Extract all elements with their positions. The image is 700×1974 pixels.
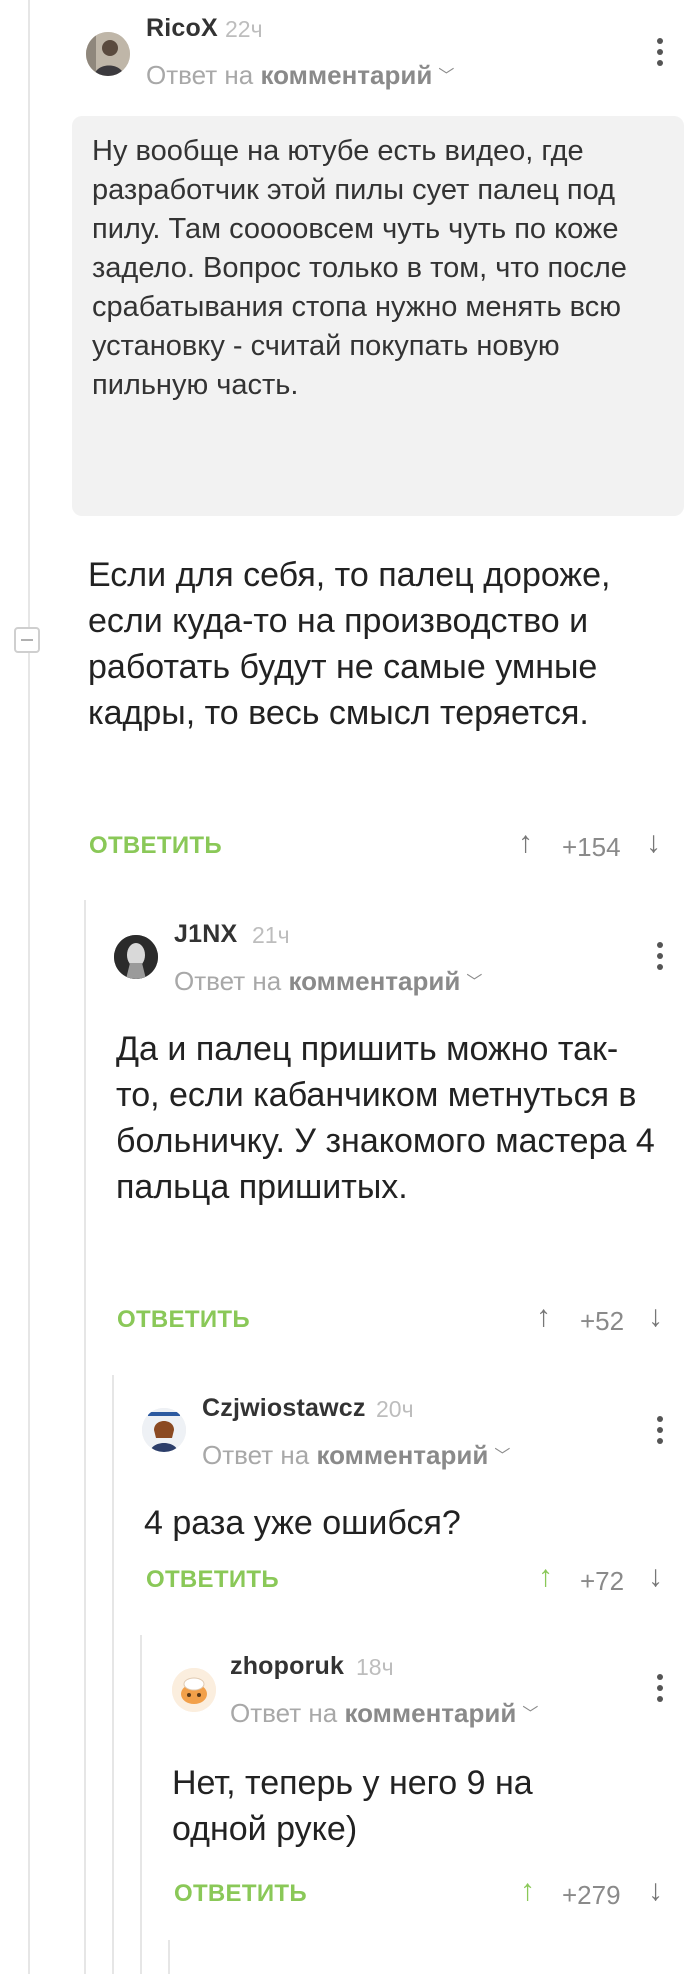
collapse-thread-icon: [21, 639, 33, 641]
arrow-down-icon[interactable]: ↓: [648, 1560, 663, 1594]
reply-prefix: Ответ на: [230, 1698, 338, 1728]
reply-prefix: Ответ на: [174, 966, 282, 996]
reply-prefix: Ответ на: [146, 60, 254, 90]
chevron-down-icon: ﹀: [522, 1706, 539, 1723]
reply-target: комментарий: [288, 966, 461, 996]
arrow-down-icon[interactable]: ↓: [648, 1300, 663, 1334]
arrow-up-icon[interactable]: ↑: [520, 1874, 535, 1908]
more-vertical-icon[interactable]: [655, 942, 665, 976]
comment-text: Да и палец пришить можно так-то, если ка…: [116, 1030, 655, 1206]
comment-time: 20ч: [376, 1396, 414, 1422]
comment-text: 4 раза уже ошибся?: [144, 1504, 461, 1542]
thread-line-level-1: [84, 900, 86, 1974]
reply-prefix: Ответ на: [202, 1440, 310, 1470]
comment-text: Если для себя, то палец дороже, если куд…: [88, 556, 611, 732]
rating-count: +279: [562, 1880, 621, 1910]
quoted-parent-comment: Ну вообще на ютубе есть видео, где разра…: [72, 116, 684, 516]
comment-author[interactable]: J1NX: [174, 920, 237, 949]
collapse-thread-button[interactable]: [14, 627, 40, 653]
user-photo-icon: [86, 32, 130, 76]
thread-line-level-3: [140, 1635, 142, 1974]
reply-target: комментарий: [344, 1698, 517, 1728]
avatar[interactable]: [172, 1668, 216, 1712]
avatar[interactable]: [142, 1408, 186, 1452]
reply-target: комментарий: [260, 60, 433, 90]
arrow-down-icon[interactable]: ↓: [648, 1874, 663, 1908]
arrow-down-icon[interactable]: ↓: [646, 826, 661, 860]
comment-time: 22ч: [225, 16, 263, 42]
thread-line-level-2: [112, 1375, 114, 1974]
thread-line-level-0: [28, 0, 30, 1974]
comment-time: 18ч: [356, 1654, 394, 1680]
reply-button[interactable]: ОТВЕТИТЬ: [89, 832, 222, 860]
user-photo-icon: [142, 1408, 186, 1452]
chevron-down-icon: ﹀: [494, 1448, 511, 1465]
arrow-up-icon[interactable]: ↑: [536, 1300, 551, 1334]
reply-button[interactable]: ОТВЕТИТЬ: [146, 1566, 279, 1594]
user-photo-icon: [172, 1668, 216, 1712]
rating-count: +154: [562, 832, 621, 862]
comment-author[interactable]: Czjwiostawcz: [202, 1394, 366, 1423]
rating-count: +72: [580, 1566, 625, 1596]
chevron-down-icon: ﹀: [466, 974, 483, 991]
comment-time: 21ч: [252, 922, 290, 948]
thread-line-level-4: [168, 1940, 170, 1974]
rating-count: +52: [580, 1306, 625, 1336]
more-vertical-icon[interactable]: [655, 1416, 665, 1450]
reply-button[interactable]: ОТВЕТИТЬ: [174, 1880, 307, 1908]
reply-to-link[interactable]: Ответ на комментарий ﹀: [174, 966, 482, 997]
more-vertical-icon[interactable]: [655, 38, 665, 72]
avatar[interactable]: [114, 935, 158, 979]
reply-to-link[interactable]: Ответ на комментарий ﹀: [230, 1698, 538, 1729]
chevron-down-icon: ﹀: [438, 68, 455, 85]
comment-author[interactable]: zhoporuk: [230, 1652, 344, 1681]
comment-text: Нет, теперь у него 9 на одной руке): [172, 1764, 533, 1848]
comment-author[interactable]: RicoX: [146, 14, 218, 43]
user-photo-icon: [114, 935, 158, 979]
avatar[interactable]: [86, 32, 130, 76]
arrow-up-icon[interactable]: ↑: [538, 1560, 553, 1594]
reply-target: комментарий: [316, 1440, 489, 1470]
reply-to-link[interactable]: Ответ на комментарий ﹀: [202, 1440, 510, 1471]
reply-to-link[interactable]: Ответ на комментарий ﹀: [146, 60, 454, 91]
arrow-up-icon[interactable]: ↑: [518, 826, 533, 860]
more-vertical-icon[interactable]: [655, 1674, 665, 1708]
reply-button[interactable]: ОТВЕТИТЬ: [117, 1306, 250, 1334]
